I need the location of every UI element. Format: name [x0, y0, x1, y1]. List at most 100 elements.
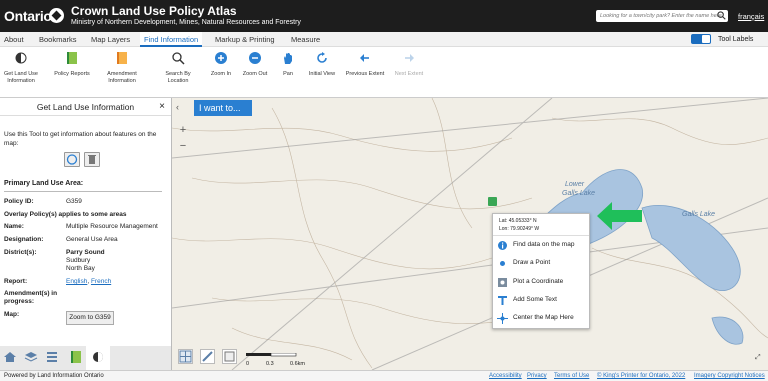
pan-tool[interactable]: Pan — [278, 51, 298, 78]
tool-label: Zoom In — [210, 71, 232, 77]
zoom-out-tool[interactable]: Zoom Out — [240, 51, 270, 78]
tool-label: Zoom Out — [242, 71, 268, 77]
measure-button[interactable] — [200, 349, 215, 364]
ontario-logo-text[interactable]: Ontario — [4, 8, 52, 24]
coordinate-readout: Lat: 45.05333° N Lon: 79.90249° W — [493, 214, 589, 236]
map-context-menu: Lat: 45.05333° N Lon: 79.90249° W Find d… — [492, 213, 590, 329]
report-icon[interactable] — [69, 350, 83, 364]
trillium-logo-icon[interactable] — [49, 8, 64, 23]
map-canvas: Lower Galls Lake Galls Lake — [172, 98, 768, 370]
tab-bookmarks[interactable]: Bookmarks — [35, 32, 81, 47]
home-icon[interactable] — [3, 350, 17, 364]
policy-id-value: G359 — [66, 198, 82, 205]
footer-link[interactable]: Terms of Use — [554, 371, 589, 381]
park-search-input[interactable]: Looking for a town/city park? Enter the … — [596, 10, 728, 22]
previous-extent-icon — [360, 54, 369, 62]
map-zoom-out-button[interactable]: − — [176, 138, 190, 154]
tab-bar: About Bookmarks Map Layers Find Informat… — [0, 32, 768, 47]
tool-labels-label: Tool Labels — [718, 36, 754, 43]
amendment-label: progress: — [4, 298, 34, 305]
info-pin-icon — [498, 241, 507, 250]
tab-map-layers[interactable]: Map Layers — [87, 32, 134, 47]
report-english-link[interactable]: English — [66, 278, 87, 285]
land-use-panel: Get Land Use Information × Use this Tool… — [0, 98, 172, 346]
i-want-to-button[interactable]: I want to... — [194, 100, 252, 116]
tool-label: Amendment — [107, 71, 137, 77]
plot-coordinate-item[interactable]: Plot a Coordinate — [513, 278, 563, 285]
amendment-icon — [117, 52, 127, 64]
tab-about[interactable]: About — [0, 32, 28, 47]
panel-header: Get Land Use Information × — [0, 98, 171, 116]
get-land-use-tool[interactable]: Get Land Use Information — [2, 51, 40, 85]
zoom-in-icon — [215, 52, 227, 64]
overview-map-button[interactable] — [178, 349, 193, 364]
tab-measure[interactable]: Measure — [287, 32, 324, 47]
next-extent-icon — [405, 54, 414, 62]
policy-id-label: Policy ID: — [4, 198, 34, 205]
legend-icon[interactable] — [45, 350, 59, 364]
expand-icon[interactable]: ⤢ — [755, 354, 761, 362]
footer-link[interactable]: Privacy — [527, 371, 547, 381]
scale-tick: 0 — [246, 361, 250, 367]
map-view[interactable]: Lower Galls Lake Galls Lake — [172, 98, 768, 370]
close-icon[interactable]: × — [159, 98, 165, 116]
land-use-icon — [15, 52, 27, 64]
clear-button[interactable] — [84, 152, 100, 167]
previous-extent-tool[interactable]: Previous Extent — [343, 51, 387, 78]
latitude-text: Lat: 45.05333° N — [499, 218, 537, 224]
scale-bar: 0 0.3 0.6km — [246, 352, 306, 368]
initial-view-tool[interactable]: Initial View — [306, 51, 338, 78]
report-label: Report: — [4, 278, 28, 285]
scale-tick: 0.6km — [290, 361, 305, 367]
tab-markup-printing[interactable]: Markup & Printing — [211, 32, 279, 47]
circle-icon — [66, 154, 78, 165]
district-value: Sudbury — [66, 257, 91, 264]
plot-coordinate-icon — [498, 278, 507, 287]
tool-labels-toggle[interactable] — [691, 34, 711, 44]
districts-label: District(s): — [4, 249, 37, 256]
footer-link[interactable]: Accessibility — [489, 371, 522, 381]
app-title: Crown Land Use Policy Atlas — [71, 4, 237, 18]
center-map-item[interactable]: Center the Map Here — [513, 314, 574, 321]
map-marker-icon[interactable] — [488, 197, 497, 206]
search-icon[interactable] — [717, 11, 726, 20]
footer-link[interactable]: © King's Printer for Ontario, 2022 — [597, 371, 685, 381]
select-point-button[interactable] — [64, 152, 80, 167]
report-icon — [67, 52, 77, 64]
tool-label: Information — [108, 78, 136, 84]
name-label: Name: — [4, 223, 24, 230]
report-french-link[interactable]: French — [91, 278, 111, 285]
tool-label: Location — [167, 78, 189, 84]
layers-icon[interactable] — [24, 350, 38, 364]
search-placeholder: Looking for a town/city park? Enter the … — [600, 13, 722, 19]
collapse-panel-icon[interactable]: ‹ — [176, 102, 179, 112]
tool-label: Initial View — [308, 71, 336, 77]
point-icon — [500, 261, 505, 266]
land-use-icon[interactable] — [91, 350, 105, 364]
section-title: Primary Land Use Area: — [4, 180, 84, 187]
add-text-item[interactable]: Add Some Text — [513, 296, 557, 303]
text-icon — [498, 296, 507, 305]
crosshair-icon — [497, 313, 508, 324]
search-by-location-tool[interactable]: Search By Location — [160, 51, 196, 85]
print-map-button[interactable] — [222, 349, 237, 364]
next-extent-tool[interactable]: Next Extent — [392, 51, 426, 78]
tab-find-information[interactable]: Find Information — [140, 32, 203, 47]
zoom-in-tool[interactable]: Zoom In — [207, 51, 235, 78]
zoom-to-policy-button[interactable]: Zoom to G359 — [66, 311, 114, 325]
scale-bar-graphic — [246, 352, 297, 357]
map-zoom-control: + − — [176, 122, 190, 154]
footer-link[interactable]: Imagery Copyright Notices — [694, 371, 765, 381]
draw-point-item[interactable]: Draw a Point — [513, 259, 550, 266]
search-icon — [172, 52, 185, 65]
divider — [4, 191, 162, 192]
policy-reports-tool[interactable]: Policy Reports — [52, 51, 92, 78]
panel-title: Get Land Use Information — [36, 102, 135, 112]
language-link[interactable]: français — [738, 12, 764, 21]
map-zoom-in-button[interactable]: + — [176, 122, 190, 138]
scale-tick: 0.3 — [266, 361, 274, 367]
zoom-out-icon — [249, 52, 261, 64]
overlay-note: Overlay Policy(s) applies to some areas — [4, 211, 127, 218]
find-data-item[interactable]: Find data on the map — [513, 241, 574, 248]
amendment-tool[interactable]: Amendment Information — [101, 51, 143, 85]
